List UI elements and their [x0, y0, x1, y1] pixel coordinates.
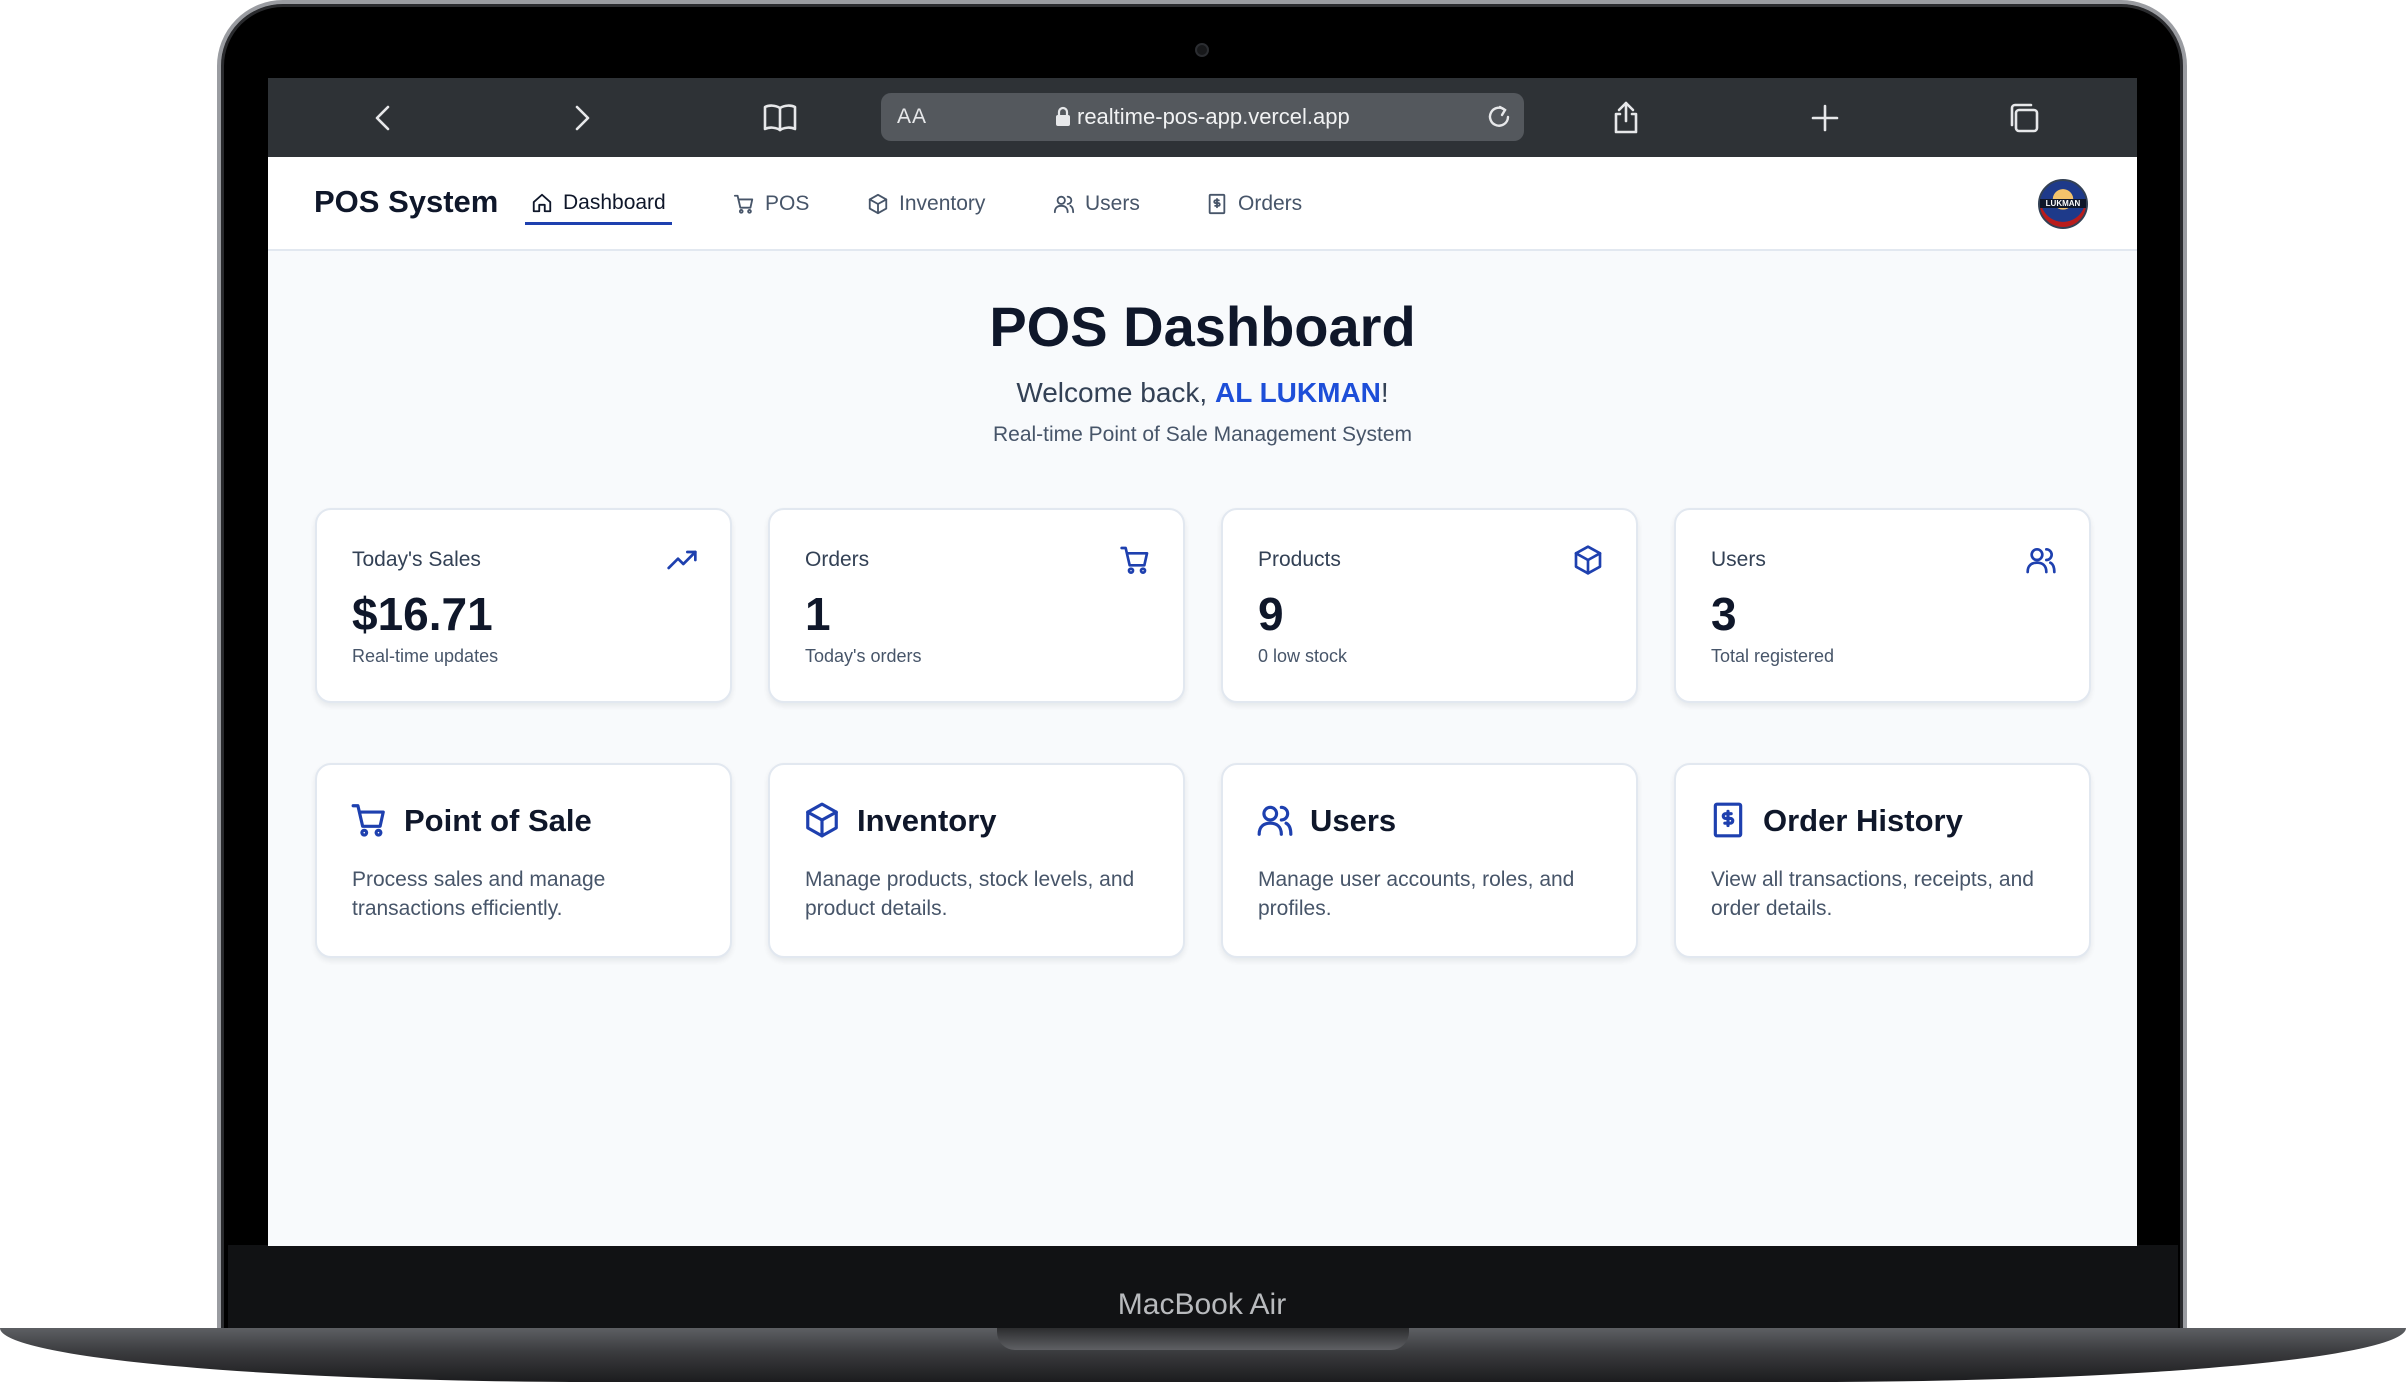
- tabs-overview-icon[interactable]: [2002, 96, 2046, 140]
- feature-card-pos[interactable]: Point of Sale Process sales and manage t…: [315, 763, 732, 958]
- package-icon: [803, 801, 841, 839]
- device-label: MacBook Air: [1117, 1288, 1287, 1321]
- new-tab-plus-icon[interactable]: [1803, 96, 1847, 140]
- feature-description: Manage products, stock levels, and produ…: [805, 868, 1135, 920]
- forward-icon[interactable]: [559, 96, 603, 140]
- avatar-text: LUKMAN: [2040, 199, 2086, 208]
- receipt-icon: [1709, 801, 1747, 839]
- stat-subtext: Real-time updates: [352, 646, 499, 666]
- feature-description: Process sales and manage transactions ef…: [352, 868, 606, 920]
- nav-orders-label: Orders: [1238, 192, 1303, 215]
- package-icon: [868, 193, 888, 215]
- nav-users[interactable]: Users: [1047, 183, 1146, 225]
- url-text: realtime-pos-app.vercel.app: [1077, 104, 1350, 129]
- welcome-suffix: !: [1380, 377, 1389, 408]
- feature-title: Order History: [1763, 803, 1963, 838]
- feature-title: Point of Sale: [404, 803, 592, 838]
- feature-card-users[interactable]: Users Manage user accounts, roles, and p…: [1221, 763, 1638, 958]
- users-icon: [2025, 544, 2057, 576]
- feature-description: View all transactions, receipts, and ord…: [1711, 868, 2034, 920]
- stat-title: Products: [1258, 548, 1341, 571]
- nav-pos-label: POS: [765, 192, 810, 215]
- bookmarks-book-icon[interactable]: [758, 96, 802, 140]
- feature-card-inventory[interactable]: Inventory Manage products, stock levels,…: [768, 763, 1185, 958]
- lock-icon: [1056, 106, 1070, 126]
- share-icon[interactable]: [1604, 96, 1648, 140]
- nav-inventory[interactable]: Inventory: [861, 183, 991, 225]
- stat-subtext: 0 low stock: [1258, 646, 1348, 666]
- stat-value: 3: [1711, 588, 1737, 640]
- stat-card-users: Users 3 Total registered: [1674, 508, 2091, 703]
- stat-card-orders: Orders 1 Today's orders: [768, 508, 1185, 703]
- text-size-button[interactable]: AA: [897, 105, 927, 129]
- package-icon: [1572, 544, 1604, 576]
- reload-icon[interactable]: [1483, 101, 1515, 133]
- app-navbar: POS System Dashboard POS Inventory Users…: [268, 157, 2137, 251]
- stat-title: Users: [1711, 548, 1766, 571]
- feature-description: Manage user accounts, roles, and profile…: [1258, 868, 1575, 920]
- users-icon: [1053, 195, 1075, 214]
- stat-subtext: Today's orders: [805, 646, 922, 666]
- stat-title: Today's Sales: [352, 548, 481, 571]
- browser-toolbar: AA realtime-pos-app.vercel.app: [268, 78, 2137, 157]
- trending-up-icon: [666, 544, 698, 576]
- page-title: POS Dashboard: [989, 295, 1416, 358]
- cart-icon: [733, 194, 754, 214]
- nav-dashboard[interactable]: Dashboard: [525, 183, 672, 225]
- stat-value: 1: [805, 588, 831, 640]
- stat-subtext: Total registered: [1711, 646, 1835, 666]
- feature-title: Users: [1310, 803, 1397, 838]
- stat-value: $16.71: [352, 588, 493, 640]
- nav-inventory-label: Inventory: [899, 192, 986, 215]
- nav-pos[interactable]: POS: [727, 183, 815, 225]
- stat-card-products: Products 9 0 low stock: [1221, 508, 1638, 703]
- app-logo[interactable]: POS System: [314, 184, 498, 220]
- receipt-icon: [1208, 193, 1226, 215]
- users-icon: [1256, 801, 1294, 839]
- address-bar[interactable]: AA realtime-pos-app.vercel.app: [881, 93, 1524, 141]
- nav-dashboard-label: Dashboard: [563, 190, 666, 214]
- back-icon[interactable]: [362, 96, 406, 140]
- page-subtitle: Real-time Point of Sale Management Syste…: [992, 423, 1413, 446]
- stat-card-sales: Today's Sales $16.71 Real-time updates: [315, 508, 732, 703]
- cart-icon: [1119, 544, 1151, 576]
- stat-title: Orders: [805, 548, 870, 571]
- welcome-prefix: Welcome back,: [1016, 377, 1215, 408]
- nav-users-label: Users: [1085, 192, 1140, 215]
- camera-dot: [1195, 43, 1209, 57]
- nav-orders[interactable]: Orders: [1200, 183, 1308, 225]
- feature-title: Inventory: [857, 803, 997, 838]
- user-name: AL LUKMAN: [1214, 377, 1381, 408]
- home-icon: [532, 193, 552, 212]
- laptop-notch: [997, 1328, 1409, 1350]
- user-avatar[interactable]: LUKMAN: [2038, 179, 2088, 229]
- feature-card-order-history[interactable]: Order History View all transactions, rec…: [1674, 763, 2091, 958]
- stat-value: 9: [1258, 588, 1284, 640]
- welcome-message: Welcome back, AL LUKMAN!: [268, 377, 2137, 409]
- screen: AA realtime-pos-app.vercel.app POS Syste…: [268, 78, 2137, 1246]
- cart-icon: [350, 801, 388, 839]
